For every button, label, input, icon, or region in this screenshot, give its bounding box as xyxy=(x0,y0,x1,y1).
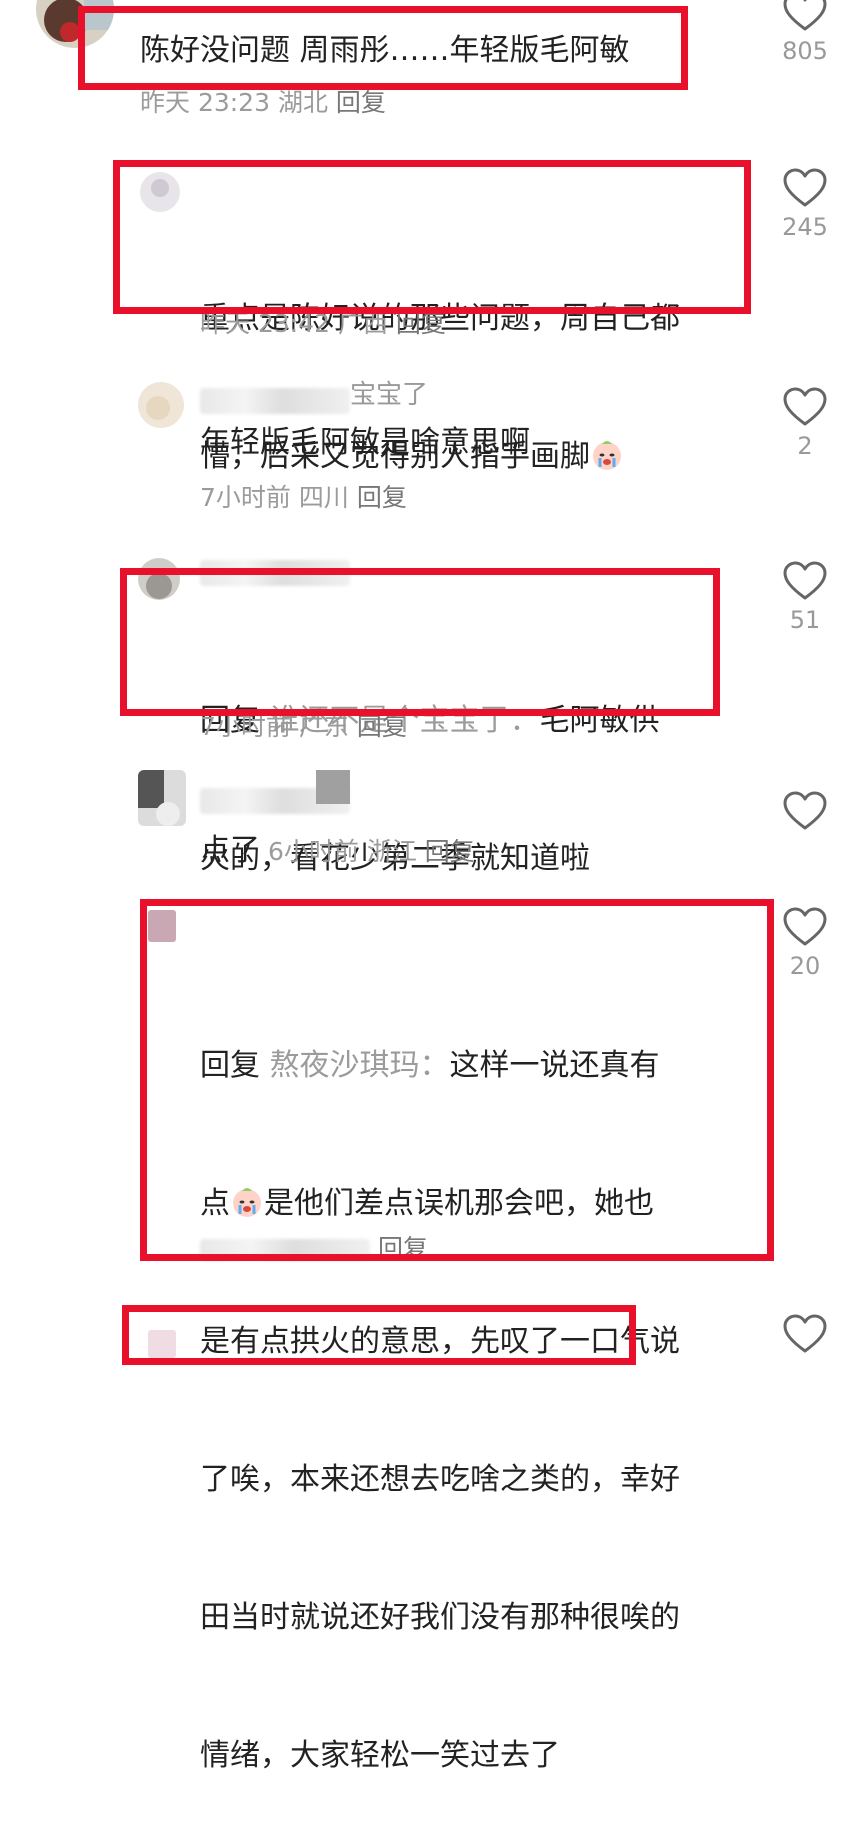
like-count: 245 xyxy=(782,213,828,241)
comment-line: 回复 熬夜沙琪玛：这样一说还真有 xyxy=(200,1048,660,1083)
quoted-username[interactable]: 熬夜沙琪玛： xyxy=(270,1048,450,1083)
reply-button[interactable]: 回复 xyxy=(378,1234,428,1263)
crying-face-emoji xyxy=(233,1188,261,1217)
like-button[interactable]: 805 xyxy=(775,0,835,66)
like-button[interactable] xyxy=(775,791,835,831)
comment-line: 是有点拱火的意思，先叹了一口气说 xyxy=(200,1324,680,1359)
avatar[interactable] xyxy=(138,558,180,600)
comment-meta: 昨天 23:23 湖北 回复 xyxy=(140,86,386,120)
avatar[interactable] xyxy=(138,382,184,428)
comment-meta: 点了 6小时前 浙江 回复 xyxy=(200,834,475,869)
comment-meta: 昨天 23:42 广西 回复 xyxy=(200,307,446,341)
comment-line: 点 是他们差点误机那会吧，她也 xyxy=(200,1186,654,1221)
heart-icon xyxy=(783,907,827,946)
like-button[interactable]: 20 xyxy=(775,907,835,981)
meta-blurred xyxy=(200,1239,370,1261)
avatar-thumbnail xyxy=(316,770,350,804)
comment-text: 回复 熬夜沙琪玛：这样一说还真有 点 是他们差点误机那会吧，她也 是有点拱火的意… xyxy=(200,951,680,1825)
like-button[interactable]: 51 xyxy=(775,561,835,635)
like-count: 20 xyxy=(789,952,821,980)
heart-icon xyxy=(783,1314,827,1353)
comment-text: 陈好没问题 周雨彤……年轻版毛阿敏 xyxy=(140,33,630,68)
like-count: 51 xyxy=(789,606,821,634)
avatar[interactable] xyxy=(138,770,186,826)
comment-text: 年轻版毛阿敏是啥意思啊 xyxy=(200,425,530,460)
comment-time: 6小时前 xyxy=(267,837,359,866)
comment-meta: 回复 xyxy=(200,1232,428,1266)
comment-location: 湖北 xyxy=(277,88,328,117)
heart-icon xyxy=(783,387,827,426)
reply-button[interactable]: 回复 xyxy=(357,712,407,741)
comment-text: 回复 谁还不是个宝宝了：毛阿敏供 火的，看花少第二季就知道啦 xyxy=(200,606,660,928)
avatar[interactable] xyxy=(140,172,180,212)
comment-location: 广东 xyxy=(298,712,349,741)
comment-time: 昨天 23:42 xyxy=(200,309,330,338)
avatar[interactable] xyxy=(148,1330,176,1358)
comment-line: 了唉，本来还想去吃啥之类的，幸好 xyxy=(200,1462,680,1497)
username-partial: 宝宝了 xyxy=(350,380,429,410)
comment-meta: 7小时前 广东 回复 xyxy=(200,710,407,744)
reply-button[interactable]: 回复 xyxy=(336,88,386,117)
username-blurred[interactable] xyxy=(200,388,350,414)
avatar[interactable] xyxy=(36,0,114,48)
like-count: 2 xyxy=(797,432,813,460)
heart-icon xyxy=(783,561,827,600)
comment-location: 浙江 xyxy=(366,837,417,866)
heart-icon xyxy=(783,168,827,207)
comment-line: 情绪，大家轻松一笑过去了 xyxy=(200,1738,560,1773)
comment-location: 广西 xyxy=(337,309,388,338)
avatar[interactable] xyxy=(148,910,176,942)
comment-time: 昨天 23:23 xyxy=(140,88,270,117)
reply-button[interactable]: 回复 xyxy=(357,483,407,512)
reply-button[interactable]: 回复 xyxy=(425,837,475,866)
like-button[interactable]: 245 xyxy=(775,168,835,242)
heart-icon xyxy=(783,791,827,830)
comment-line: 田当时就说还好我们没有那种很唉的 xyxy=(200,1600,680,1635)
like-count: 805 xyxy=(782,37,828,65)
like-button[interactable]: 2 xyxy=(775,387,835,461)
comment-text: 重点是陈好说的那些问题，周自己都 懵，后采又觉得别人指手画脚 xyxy=(200,204,680,526)
comment-meta: 7小时前 四川 回复 xyxy=(200,481,407,515)
crying-face-emoji xyxy=(593,441,621,470)
comment-location: 四川 xyxy=(298,483,349,512)
username-blurred[interactable] xyxy=(200,560,350,586)
heart-icon xyxy=(783,0,827,31)
comment-text: 点了 xyxy=(200,833,260,868)
comment-time: 7小时前 xyxy=(200,483,291,512)
comment-time: 7小时前 xyxy=(200,712,291,741)
reply-button[interactable]: 回复 xyxy=(396,309,446,338)
like-button[interactable] xyxy=(775,1314,835,1354)
